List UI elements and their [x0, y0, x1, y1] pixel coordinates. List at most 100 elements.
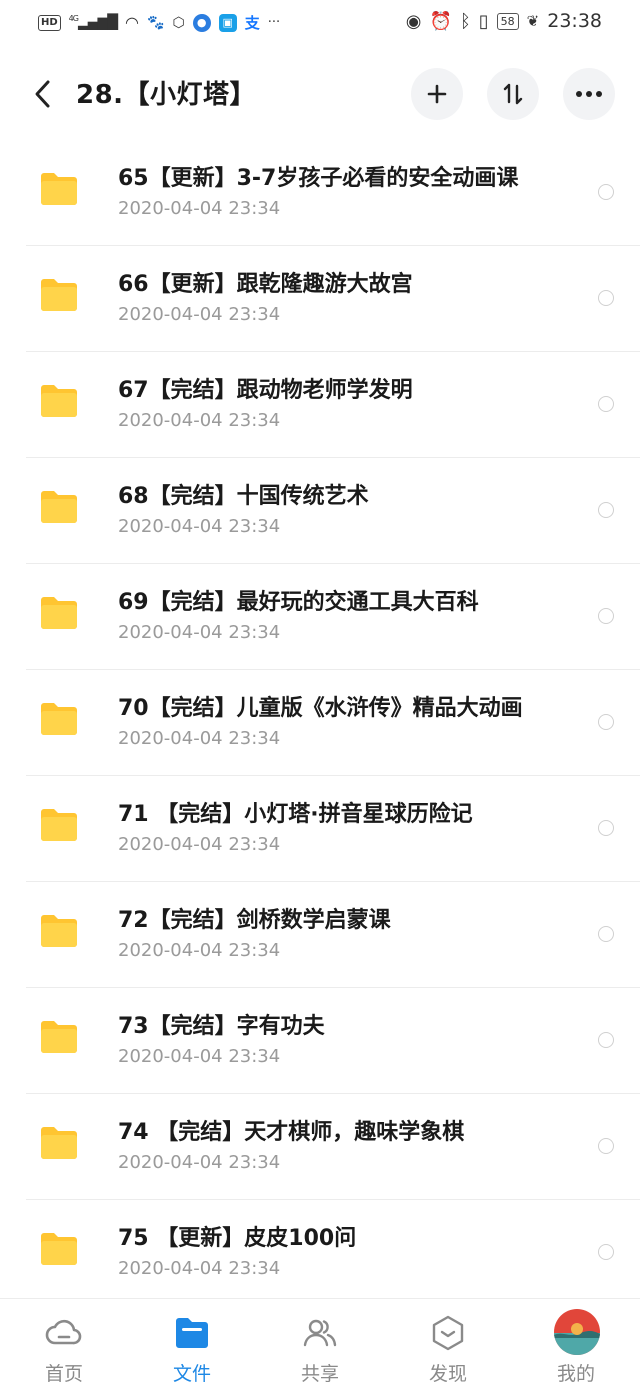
tab-discover[interactable]: 发现 — [384, 1299, 512, 1387]
file-date: 2020-04-04 23:34 — [118, 198, 281, 219]
select-checkbox[interactable] — [598, 290, 614, 306]
select-checkbox[interactable] — [598, 396, 614, 412]
tab-label: 文件 — [172, 1363, 211, 1385]
tab-label: 发现 — [428, 1363, 467, 1385]
file-name: 73【完结】字有功夫 — [118, 1014, 325, 1039]
folder-icon — [41, 915, 77, 947]
vibrate-icon: ▯ — [478, 10, 489, 32]
file-name: 70【完结】儿童版《水浒传》精品大动画 — [118, 696, 523, 721]
file-row[interactable]: 74 【完结】天才棋师，趣味学象棋 2020-04-04 23:34 — [0, 1094, 640, 1200]
battery-icon: 58 — [496, 12, 519, 30]
folder-icon — [41, 1233, 77, 1265]
file-row[interactable]: 72【完结】剑桥数学启蒙课 2020-04-04 23:34 — [0, 882, 640, 988]
add-button[interactable] — [411, 68, 463, 120]
status-time: 23:38 — [547, 10, 602, 32]
leaf-icon: ❦ — [526, 12, 540, 30]
folder-icon — [41, 1021, 77, 1053]
wifi-icon: ◠ — [125, 13, 140, 32]
file-date: 2020-04-04 23:34 — [118, 1046, 281, 1067]
select-checkbox[interactable] — [598, 1032, 614, 1048]
file-row[interactable]: 65【更新】3-7岁孩子必看的安全动画课 2020-04-04 23:34 — [0, 140, 640, 246]
select-checkbox[interactable] — [598, 1138, 614, 1154]
chevron-left-icon — [35, 80, 50, 108]
people-icon — [303, 1319, 337, 1347]
select-checkbox[interactable] — [598, 502, 614, 518]
file-row[interactable]: 73【完结】字有功夫 2020-04-04 23:34 — [0, 988, 640, 1094]
folder-icon — [41, 703, 77, 735]
hand-icon: ⬡ — [172, 14, 185, 31]
select-checkbox[interactable] — [598, 608, 614, 624]
file-row[interactable]: 67【完结】跟动物老师学发明 2020-04-04 23:34 — [0, 352, 640, 458]
file-name: 65【更新】3-7岁孩子必看的安全动画课 — [118, 166, 519, 191]
file-date: 2020-04-04 23:34 — [118, 304, 281, 325]
file-row[interactable]: 68【完结】十国传统艺术 2020-04-04 23:34 — [0, 458, 640, 564]
file-name: 67【完结】跟动物老师学发明 — [118, 378, 413, 403]
select-checkbox[interactable] — [598, 1244, 614, 1260]
folder-icon — [41, 173, 77, 205]
tab-share[interactable]: 共享 — [256, 1299, 384, 1387]
app-icon: ● — [192, 13, 211, 32]
file-row[interactable]: 66【更新】跟乾隆趣游大故宫 2020-04-04 23:34 — [0, 246, 640, 352]
file-date: 2020-04-04 23:34 — [118, 1258, 281, 1279]
more-button[interactable] — [563, 68, 615, 120]
file-name: 69【完结】最好玩的交通工具大百科 — [118, 590, 479, 615]
more-icon — [576, 91, 602, 97]
avatar — [554, 1309, 600, 1355]
file-date: 2020-04-04 23:34 — [118, 410, 281, 431]
file-date: 2020-04-04 23:34 — [118, 834, 281, 855]
bottom-tab-bar: 首页 文件 共享 发现 我的 — [0, 1298, 640, 1387]
select-checkbox[interactable] — [598, 714, 614, 730]
status-bar: HD 4G▂▄▆█ ◠ 🐾 ⬡ ● ▣ 支 ··· ◉ ⏰ ᛒ ▯ 58 ❦ 2… — [0, 0, 640, 46]
file-date: 2020-04-04 23:34 — [118, 728, 281, 749]
network-type: 4G — [68, 14, 79, 24]
select-checkbox[interactable] — [598, 820, 614, 836]
plus-icon — [427, 84, 447, 104]
file-date: 2020-04-04 23:34 — [118, 516, 281, 537]
tab-home[interactable]: 首页 — [0, 1299, 128, 1387]
tab-me[interactable]: 我的 — [512, 1299, 640, 1387]
app-icon: ▣ — [218, 13, 237, 32]
folder-icon — [41, 385, 77, 417]
file-name: 66【更新】跟乾隆趣游大故宫 — [118, 272, 413, 297]
file-name: 68【完结】十国传统艺术 — [118, 484, 369, 509]
tab-label: 我的 — [556, 1363, 595, 1385]
alarm-icon: ⏰ — [429, 10, 452, 32]
file-date: 2020-04-04 23:34 — [118, 622, 281, 643]
file-row[interactable]: 75 【更新】皮皮100问 2020-04-04 23:34 — [0, 1200, 640, 1306]
file-name: 75 【更新】皮皮100问 — [118, 1226, 357, 1251]
select-checkbox[interactable] — [598, 926, 614, 942]
more-dots-icon: ··· — [267, 15, 281, 30]
folder-icon — [41, 809, 77, 841]
sort-icon — [503, 83, 523, 105]
eye-icon: ◉ — [405, 10, 422, 32]
tab-files[interactable]: 文件 — [128, 1299, 256, 1387]
sort-button[interactable] — [487, 68, 539, 120]
cloud-icon — [45, 1319, 82, 1345]
hd-badge: HD — [38, 14, 61, 31]
file-name: 71 【完结】小灯塔·拼音星球历险记 — [118, 802, 473, 827]
page-title: 28.【小灯塔】 — [76, 80, 257, 110]
file-date: 2020-04-04 23:34 — [118, 940, 281, 961]
file-name: 74 【完结】天才棋师，趣味学象棋 — [118, 1120, 465, 1145]
tab-label: 首页 — [44, 1363, 83, 1385]
cat-icon: 🐾 — [147, 14, 165, 31]
file-row[interactable]: 71 【完结】小灯塔·拼音星球历险记 2020-04-04 23:34 — [0, 776, 640, 882]
file-row[interactable]: 69【完结】最好玩的交通工具大百科 2020-04-04 23:34 — [0, 564, 640, 670]
folder-icon — [41, 597, 77, 629]
bluetooth-icon: ᛒ — [459, 10, 471, 32]
folder-icon — [41, 491, 77, 523]
file-name: 72【完结】剑桥数学启蒙课 — [118, 908, 391, 933]
signal-icon: 4G▂▄▆█ — [68, 14, 118, 31]
file-list: 65【更新】3-7岁孩子必看的安全动画课 2020-04-04 23:34 66… — [0, 140, 640, 1306]
file-row[interactable]: 70【完结】儿童版《水浒传》精品大动画 2020-04-04 23:34 — [0, 670, 640, 776]
select-checkbox[interactable] — [598, 184, 614, 200]
folder-icon — [176, 1318, 208, 1348]
nav-header: 28.【小灯塔】 — [0, 46, 640, 142]
alipay-icon: 支 — [244, 14, 260, 32]
folder-icon — [41, 1127, 77, 1159]
back-button[interactable] — [30, 74, 56, 114]
folder-icon — [41, 279, 77, 311]
discover-icon — [432, 1315, 464, 1351]
file-date: 2020-04-04 23:34 — [118, 1152, 281, 1173]
tab-label: 共享 — [300, 1363, 339, 1385]
